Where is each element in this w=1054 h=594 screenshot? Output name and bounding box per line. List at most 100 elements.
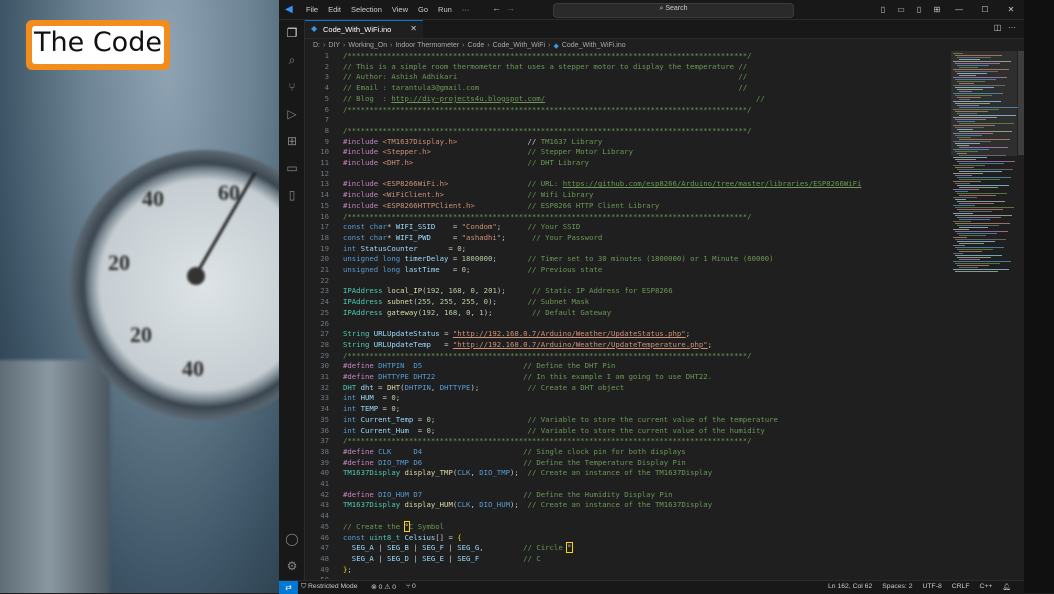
close-window-icon[interactable]: ✕ xyxy=(998,5,1024,14)
close-tab-icon[interactable]: ✕ xyxy=(410,24,417,33)
customize-layout-icon[interactable]: ⊞ xyxy=(928,5,946,14)
code-line[interactable]: 20 unsigned long timerDelay = 1800000; //… xyxy=(305,254,951,265)
notifications-bell-icon[interactable]: 🔔︎ xyxy=(997,583,1016,591)
toggle-panel-icon[interactable]: ▭ xyxy=(892,5,910,14)
explorer-icon[interactable]: ❐ xyxy=(284,25,300,41)
code-line[interactable]: 43 TM1637Display display_HUM(CLK, DIO_HUM… xyxy=(305,500,951,511)
code-line[interactable]: 15 #include <ESP8266HTTPClient.h> // ESP8… xyxy=(305,201,951,212)
code-line[interactable]: 13 #include <ESP8266WiFi.h> // URL: https… xyxy=(305,179,951,190)
breadcrumb-item[interactable]: Indoor Thermometer xyxy=(395,42,459,49)
menu-more[interactable]: ··· xyxy=(457,5,475,14)
code-line[interactable]: 39 #define DIO_TMP D6 // Define the Tempe… xyxy=(305,458,951,469)
ports-status[interactable]: ⑂ 0 xyxy=(406,583,416,590)
source-control-icon[interactable]: ⑂ xyxy=(284,79,300,95)
device-icon[interactable]: ▯ xyxy=(284,187,300,203)
account-icon[interactable]: ◯ xyxy=(284,531,300,547)
code-line[interactable]: 8 /**************************************… xyxy=(305,126,951,137)
code-editor[interactable]: 1 /**************************************… xyxy=(305,51,951,579)
tab-code-with-wifi[interactable]: ◆ Code_With_WiFi.ino ✕ xyxy=(305,20,423,38)
code-line[interactable]: 32 DHT dht = DHT(DHTPIN, DHTTYPE); // Cre… xyxy=(305,383,951,394)
code-line[interactable]: 30 #define DHTPIN D5 // Define the DHT Pi… xyxy=(305,361,951,372)
code-line[interactable]: 50 xyxy=(305,575,951,579)
code-line[interactable]: 46 const uint8_t Celsius[] = { xyxy=(305,533,951,544)
search-icon[interactable]: ⌕ xyxy=(284,52,300,68)
menu-file[interactable]: File xyxy=(301,5,323,14)
code-line[interactable]: 33 int HUM = 0; xyxy=(305,393,951,404)
cursor-position[interactable]: Ln 162, Col 62 xyxy=(823,583,877,591)
code-line[interactable]: 23 IPAddress local_IP(192, 168, 0, 201); … xyxy=(305,286,951,297)
menu-edit[interactable]: Edit xyxy=(323,5,346,14)
code-line[interactable]: 37 /*************************************… xyxy=(305,436,951,447)
code-line[interactable]: 29 /*************************************… xyxy=(305,351,951,362)
settings-gear-icon[interactable]: ⚙ xyxy=(284,558,300,574)
code-line[interactable]: 42 #define DIO_HUM D7 // Define the Humid… xyxy=(305,490,951,501)
end-of-line[interactable]: CRLF xyxy=(947,583,975,591)
code-line[interactable]: 26 xyxy=(305,319,951,330)
menu-go[interactable]: Go xyxy=(413,5,433,14)
code-line[interactable]: 41 xyxy=(305,479,951,490)
code-line[interactable]: 18 const char* WIFI_PWD = "ashadhi"; // Y… xyxy=(305,233,951,244)
code-line[interactable]: 45 // Create the °C Symbol xyxy=(305,520,951,533)
code-line[interactable]: 17 const char* WIFI_SSID = "Condom"; // Y… xyxy=(305,222,951,233)
maximize-icon[interactable]: ☐ xyxy=(972,5,998,14)
code-line[interactable]: 16 /*************************************… xyxy=(305,212,951,223)
breadcrumb-item[interactable]: D: xyxy=(313,42,320,49)
menu-run[interactable]: Run xyxy=(433,5,457,14)
code-line[interactable]: 31 #define DHTTYPE DHT22 // In this examp… xyxy=(305,372,951,383)
breadcrumb-item[interactable]: Working_On xyxy=(348,42,387,49)
extensions-icon[interactable]: ⊞ xyxy=(284,133,300,149)
code-line[interactable]: 6 /**************************************… xyxy=(305,105,951,116)
code-line[interactable]: 5 // Blog : http://diy-projects4u.blogspo… xyxy=(305,94,951,105)
code-line[interactable]: 40 TM1637Display display_TMP(CLK, DIO_TMP… xyxy=(305,468,951,479)
code-line[interactable]: 44 xyxy=(305,511,951,522)
code-line[interactable]: 19 int StatusCounter = 0; xyxy=(305,244,951,255)
toggle-secondary-sidebar-icon[interactable]: ▯ xyxy=(910,5,928,14)
split-editor-icon[interactable]: ◫ xyxy=(994,23,1002,32)
code-line[interactable]: 38 #define CLK D4 // Single clock pin for… xyxy=(305,447,951,458)
gauge-number: 20 xyxy=(130,322,152,347)
code-line[interactable]: 34 int TEMP = 0; xyxy=(305,404,951,415)
restricted-mode-status[interactable]: ⛉ Restricted Mode xyxy=(301,583,358,591)
remote-explorer-icon[interactable]: ▭ xyxy=(284,160,300,176)
code-line[interactable]: 22 xyxy=(305,276,951,287)
code-line[interactable]: 11 #include <DHT.h> // DHT Library xyxy=(305,158,951,169)
more-actions-icon[interactable]: ··· xyxy=(1008,23,1016,32)
minimize-icon[interactable]: — xyxy=(946,5,972,14)
code-line[interactable]: 48 SEG_A | SEG_D | SEG_E | SEG_F // C xyxy=(305,554,951,565)
code-line[interactable]: 21 unsigned long lastTime = 0; // Previou… xyxy=(305,265,951,276)
menu-selection[interactable]: Selection xyxy=(346,5,387,14)
forward-arrow-icon[interactable]: → xyxy=(506,3,515,13)
code-line[interactable]: 36 int Current_Hum = 0; // Variable to st… xyxy=(305,426,951,437)
code-line[interactable]: 1 /**************************************… xyxy=(305,51,951,62)
menu-view[interactable]: View xyxy=(387,5,413,14)
breadcrumb-item[interactable]: Code_With_WiFi xyxy=(493,42,546,49)
code-line[interactable]: 49}; xyxy=(305,565,951,576)
code-line[interactable]: 3 // Author: Ashish Adhikari // xyxy=(305,72,951,83)
breadcrumb-item[interactable]: Code_With_WiFi.ino xyxy=(562,42,626,49)
toggle-primary-sidebar-icon[interactable]: ▯ xyxy=(874,5,892,14)
code-line[interactable]: 4 // Email : tarantula3@gmail.com // xyxy=(305,83,951,94)
minimap[interactable] xyxy=(951,51,1018,579)
problems-status[interactable]: ⊗ 0 ⚠ 0 xyxy=(371,583,396,591)
code-line[interactable]: 9 #include <TM1637Display.h> // TM1637 Li… xyxy=(305,137,951,148)
code-line[interactable]: 28 String URLUpdateTemp = "http://192.168… xyxy=(305,340,951,351)
code-line[interactable]: 27 String URLUpdateStatus = "http://192.1… xyxy=(305,329,951,340)
code-line[interactable]: 7 xyxy=(305,115,951,126)
code-line[interactable]: 35 int Current_Temp = 0; // Variable to s… xyxy=(305,415,951,426)
indentation[interactable]: Spaces: 2 xyxy=(877,583,917,591)
back-arrow-icon[interactable]: ← xyxy=(492,3,501,13)
command-center-search[interactable]: ⌕ Search xyxy=(553,3,794,18)
encoding[interactable]: UTF-8 xyxy=(917,583,946,591)
language-mode[interactable]: C++ xyxy=(975,583,998,591)
code-line[interactable]: 47 SEG_A | SEG_B | SEG_F | SEG_G, // Cir… xyxy=(305,542,951,554)
code-line[interactable]: 25 IPAddress gateway(192, 168, 0, 1); // … xyxy=(305,308,951,319)
code-line[interactable]: 14 #include <WiFiClient.h> // Wifi Librar… xyxy=(305,190,951,201)
code-line[interactable]: 2 // This is a simple room thermometer th… xyxy=(305,62,951,73)
code-line[interactable]: 24 IPAddress subnet(255, 255, 255, 0); //… xyxy=(305,297,951,308)
run-debug-icon[interactable]: ▷ xyxy=(284,106,300,122)
breadcrumb-item[interactable]: Code xyxy=(468,42,485,49)
breadcrumb-item[interactable]: DIY xyxy=(328,42,340,49)
code-line[interactable]: 12 xyxy=(305,169,951,180)
code-line[interactable]: 10 #include <Stepper.h> // Stepper Motor … xyxy=(305,147,951,158)
remote-indicator-icon[interactable]: ⇄ xyxy=(279,581,298,594)
